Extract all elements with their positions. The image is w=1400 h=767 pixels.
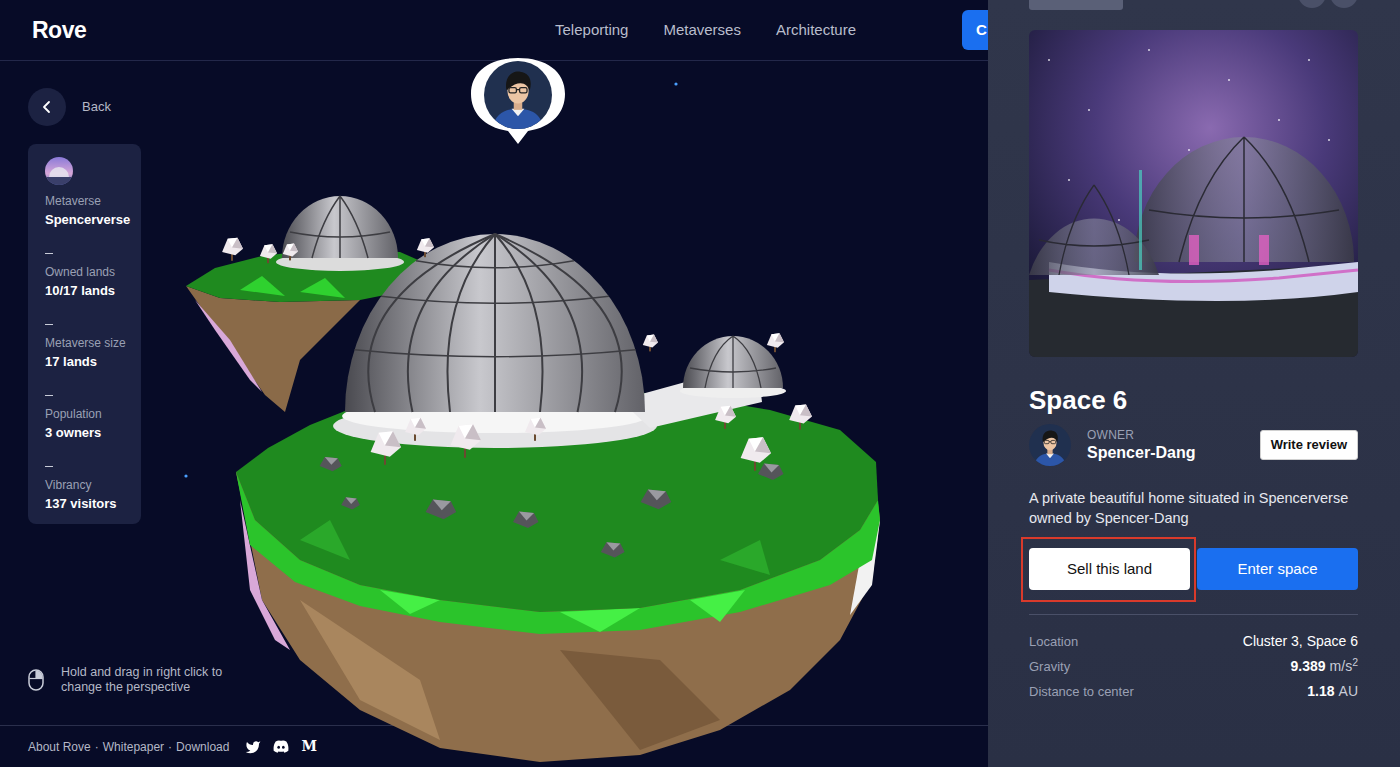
owner-label: OWNER [1087,428,1195,443]
info-divider [45,253,53,254]
info-label: Owned lands [45,264,129,280]
sell-land-button[interactable]: Sell this land [1029,548,1190,590]
info-label: Population [45,406,129,422]
rove-logo[interactable]: Rove [32,13,86,48]
owner-pin-icon[interactable] [468,54,568,146]
owner-row: OWNERSpencer-Dang Write review [1029,424,1358,466]
info-label: Vibrancy [45,477,129,493]
detail-value-group: Cluster 3, Space 6 [1243,631,1358,652]
write-review-button[interactable]: Write review [1260,430,1358,460]
discord-icon[interactable] [273,740,289,753]
footer-link[interactable]: Download [176,738,229,756]
owner-avatar-icon[interactable] [1029,424,1071,466]
back-label[interactable]: Back [82,97,111,117]
twitter-icon[interactable] [245,740,261,754]
action-wrap: Enter space [1197,548,1358,590]
panel-top [1029,0,1358,10]
detail-row: Gravity 9.389m/s2 [1029,654,1358,679]
info-item: Owned lands 10/17 lands [45,253,129,299]
info-value: 137 visitors [45,495,129,512]
land-preview [1029,30,1358,357]
info-divider [45,466,53,467]
footer-link[interactable]: About Rove [28,738,91,756]
transfer-tag [1029,0,1123,10]
detail-row: Distance to center 1.18 AU [1029,679,1358,704]
detail-unit: m/s [1330,658,1353,674]
chevron-left-icon[interactable] [40,100,54,114]
main-nav: Teleporting Metaverses Architecture [555,19,856,42]
detail-exponent: 2 [1352,656,1358,668]
detail-row: Location Cluster 3, Space 6 [1029,629,1358,654]
medium-link[interactable]: M [301,736,317,757]
info-divider [45,324,53,325]
info-label: Metaverse [45,193,129,209]
nav-link[interactable]: Metaverses [663,19,741,42]
info-divider [45,395,53,396]
main-view: Rove Teleporting Metaverses Architecture C Ba… [0,0,988,767]
scene-overlay: Back Metaverse Spencerverse Owned lands 10/1… [0,61,988,725]
land-preview-image [1029,30,1358,357]
owner-name[interactable]: Spencer-Dang [1087,443,1195,463]
land-description: A private beautiful home situated in Spe… [1029,488,1358,528]
metaverse-info-card: Metaverse Spencerverse Owned lands 10/17 la… [28,144,141,524]
perspective-hint: Hold and drag in right click to change t… [28,665,988,695]
detail-value: 9.389 [1291,658,1326,674]
land-panel: Space 6 OWNERSpencer-Dang Write review A pr… [988,0,1400,767]
detail-label: Distance to center [1029,682,1134,702]
detail-unit: AU [1339,683,1358,699]
nav-cta-button[interactable]: C [962,10,988,50]
footer-separator: · [95,738,99,756]
panel-action-button[interactable] [1298,0,1326,8]
footer-separator: · [168,738,172,756]
info-item: Metaverse size 17 lands [45,324,129,370]
action-wrap: Sell this land [1029,548,1190,590]
info-item: Vibrancy 137 visitors [45,466,129,512]
footer-link[interactable]: Whitepaper [103,738,164,756]
info-item: Population 3 owners [45,395,129,441]
panel-actions [1298,0,1358,8]
back-button[interactable] [28,88,66,126]
owner-info: OWNERSpencer-Dang [1087,428,1195,463]
info-label: Metaverse size [45,335,129,351]
details-divider [1029,614,1358,615]
metaverse-avatar-icon [45,157,73,185]
detail-value-group: 1.18 AU [1307,681,1358,702]
highlight-box [1021,537,1196,602]
nav-link[interactable]: Teleporting [555,19,628,42]
detail-label: Location [1029,632,1078,652]
detail-value: 1.18 [1307,683,1334,699]
social-links: M [245,736,317,757]
hint-text: Hold and drag in right click to change t… [61,665,236,695]
info-item: Metaverse Spencerverse [45,157,129,228]
detail-value: Cluster 3, Space 6 [1243,633,1358,649]
detail-label: Gravity [1029,657,1070,677]
panel-action-button[interactable] [1330,0,1358,8]
mouse-icon [28,669,44,691]
enter-space-button[interactable]: Enter space [1197,548,1358,590]
info-value: 3 owners [45,424,129,441]
detail-value-group: 9.389m/s2 [1291,656,1358,677]
land-details: Location Cluster 3, Space 6 Gravity 9.389m/… [1029,629,1358,704]
nav-link[interactable]: Architecture [776,19,856,42]
top-navbar: Rove Teleporting Metaverses Architecture C [0,0,988,61]
info-value: 17 lands [45,353,129,370]
footer-bar: About Rove·Whitepaper·DownloadM [0,725,988,767]
info-value: Spencerverse [45,211,129,228]
land-title: Space 6 [1029,384,1358,416]
app: Rove Teleporting Metaverses Architecture C Ba… [0,0,1400,767]
info-value: 10/17 lands [45,282,129,299]
land-actions: Sell this landEnter space [1029,548,1358,590]
